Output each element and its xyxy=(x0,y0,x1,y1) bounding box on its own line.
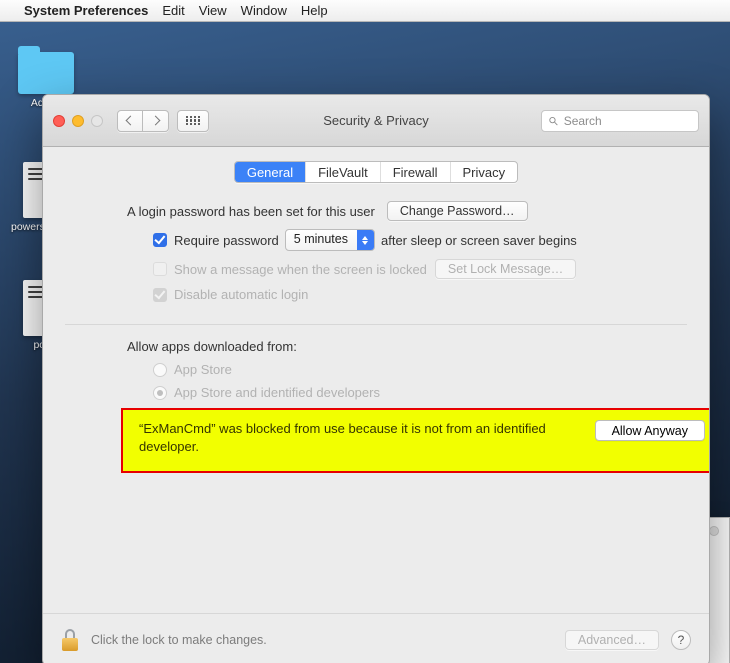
chevron-right-icon xyxy=(151,116,161,126)
require-password-delay-select[interactable]: 5 minutes xyxy=(285,229,375,251)
close-button[interactable] xyxy=(53,115,65,127)
search-field[interactable] xyxy=(541,110,699,132)
tab-firewall[interactable]: Firewall xyxy=(380,162,450,182)
allow-apps-label: Allow apps downloaded from: xyxy=(127,339,673,354)
window-toolbar: Security & Privacy xyxy=(43,95,709,147)
system-preferences-window: Security & Privacy General FileVault Fir… xyxy=(42,94,710,663)
zoom-button xyxy=(91,115,103,127)
require-password-after-label: after sleep or screen saver begins xyxy=(381,233,577,248)
tab-filevault[interactable]: FileVault xyxy=(305,162,380,182)
forward-button[interactable] xyxy=(143,110,169,132)
menu-edit[interactable]: Edit xyxy=(162,3,184,18)
help-button[interactable]: ? xyxy=(671,630,691,650)
blocked-app-message: “ExManCmd” was blocked from use because … xyxy=(139,420,577,455)
pane-footer: Click the lock to make changes. Advanced… xyxy=(43,613,709,663)
require-password-label: Require password xyxy=(174,233,279,248)
identified-dev-radio xyxy=(153,386,167,400)
password-section: A login password has been set for this u… xyxy=(65,199,687,302)
lock-text: Click the lock to make changes. xyxy=(91,633,267,647)
show-message-checkbox xyxy=(153,262,167,276)
menu-view[interactable]: View xyxy=(199,3,227,18)
back-button[interactable] xyxy=(117,110,143,132)
gatekeeper-section: Allow apps downloaded from: App Store Ap… xyxy=(65,339,687,473)
section-divider xyxy=(65,324,687,325)
chevron-up-down-icon xyxy=(357,230,374,250)
set-lock-message-button: Set Lock Message… xyxy=(435,259,576,279)
menu-window[interactable]: Window xyxy=(241,3,287,18)
appstore-option-label: App Store xyxy=(174,362,232,377)
login-password-label: A login password has been set for this u… xyxy=(127,204,375,219)
disable-auto-login-label: Disable automatic login xyxy=(174,287,308,302)
identified-dev-option-label: App Store and identified developers xyxy=(174,385,380,400)
search-input[interactable] xyxy=(564,114,692,128)
lock-icon[interactable] xyxy=(61,629,79,651)
tab-general[interactable]: General xyxy=(235,162,305,182)
advanced-button: Advanced… xyxy=(565,630,659,650)
allow-anyway-button[interactable]: Allow Anyway xyxy=(595,420,705,441)
nav-buttons xyxy=(117,110,169,132)
search-icon xyxy=(548,115,559,127)
tab-privacy[interactable]: Privacy xyxy=(450,162,518,182)
require-password-checkbox[interactable] xyxy=(153,233,167,247)
desktop: Adobe powershell-7.R powe s /b com/ tent xyxy=(0,22,730,663)
grid-icon xyxy=(186,116,200,126)
preferences-body: General FileVault Firewall Privacy A log… xyxy=(43,147,709,613)
tab-bar: General FileVault Firewall Privacy xyxy=(234,161,518,183)
disable-auto-login-checkbox xyxy=(153,288,167,302)
show-message-label: Show a message when the screen is locked xyxy=(174,262,427,277)
change-password-button[interactable]: Change Password… xyxy=(387,201,528,221)
show-all-button[interactable] xyxy=(177,110,209,132)
select-value: 5 minutes xyxy=(286,230,357,250)
menu-help[interactable]: Help xyxy=(301,3,328,18)
minimize-button[interactable] xyxy=(72,115,84,127)
folder-icon xyxy=(18,52,74,94)
blocked-app-highlight: “ExManCmd” was blocked from use because … xyxy=(121,408,710,473)
menubar-app-name[interactable]: System Preferences xyxy=(24,3,148,18)
menubar: System Preferences Edit View Window Help xyxy=(0,0,730,22)
appstore-radio xyxy=(153,363,167,377)
chevron-left-icon xyxy=(125,116,135,126)
window-traffic-lights xyxy=(53,115,103,127)
